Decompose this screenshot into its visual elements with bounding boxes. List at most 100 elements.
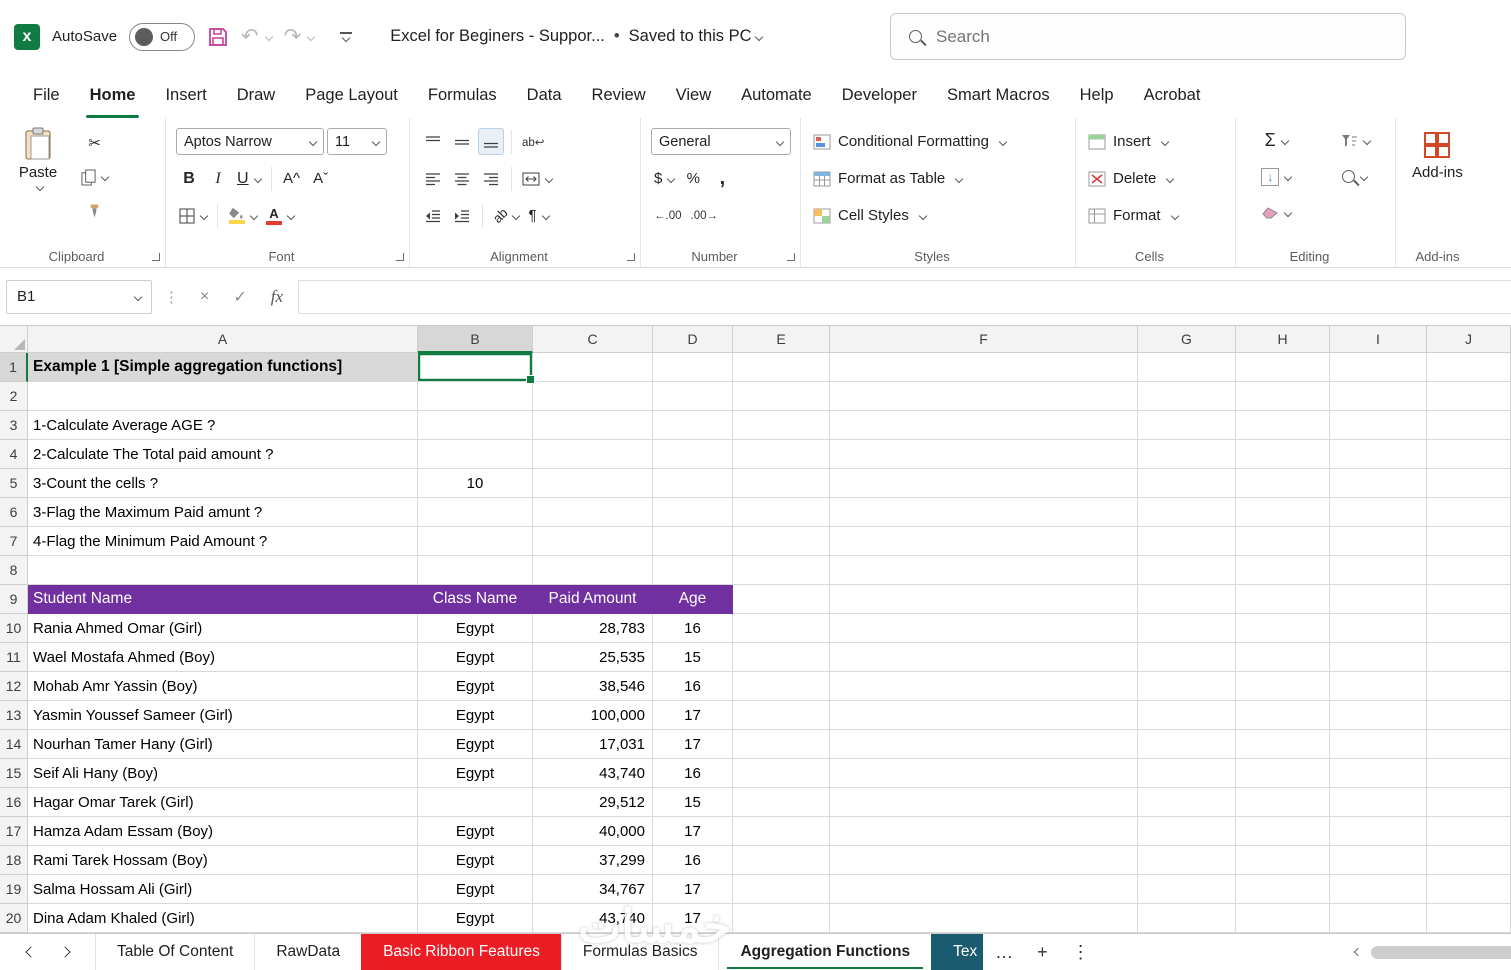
cell-f16[interactable] [830,788,1138,817]
ribbon-tab-file[interactable]: File [18,73,75,118]
cell-g5[interactable] [1138,469,1236,498]
cell-b16[interactable] [418,788,533,817]
cell-j9[interactable] [1427,585,1511,614]
cell-d14[interactable]: 17 [653,730,733,759]
cell-d1[interactable] [653,353,733,382]
cell-c9[interactable]: Paid Amount [533,585,653,614]
cell-j3[interactable] [1427,411,1511,440]
cell-f20[interactable] [830,904,1138,933]
ribbon-tab-review[interactable]: Review [577,73,661,118]
cell-e6[interactable] [733,498,830,527]
cell-a18[interactable]: Rami Tarek Hossam (Boy) [28,846,418,875]
cell-h6[interactable] [1236,498,1330,527]
cell-d18[interactable]: 16 [653,846,733,875]
ribbon-tab-view[interactable]: View [661,73,726,118]
cell-i19[interactable] [1330,875,1427,904]
column-header-e[interactable]: E [733,326,830,353]
row-header-4[interactable]: 4 [0,440,28,469]
align-right-button[interactable] [478,165,504,192]
row-header-5[interactable]: 5 [0,469,28,498]
cell-e7[interactable] [733,527,830,556]
cell-j10[interactable] [1427,614,1511,643]
column-header-g[interactable]: G [1138,326,1236,353]
cell-j18[interactable] [1427,846,1511,875]
cell-g8[interactable] [1138,556,1236,585]
cell-d20[interactable]: 17 [653,904,733,933]
cell-e1[interactable] [733,353,830,382]
sheet-tab-basic-ribbon-features[interactable]: Basic Ribbon Features [361,934,562,970]
cell-i12[interactable] [1330,672,1427,701]
cell-g3[interactable] [1138,411,1236,440]
cell-e4[interactable] [733,440,830,469]
cell-e2[interactable] [733,382,830,411]
cell-g17[interactable] [1138,817,1236,846]
cell-c10[interactable]: 28,783 [533,614,653,643]
cell-c16[interactable]: 29,512 [533,788,653,817]
font-name-select[interactable]: Aptos Narrow [176,128,324,155]
cell-e13[interactable] [733,701,830,730]
cell-f8[interactable] [830,556,1138,585]
cell-f11[interactable] [830,643,1138,672]
column-header-f[interactable]: F [830,326,1138,353]
cell-e12[interactable] [733,672,830,701]
cell-g11[interactable] [1138,643,1236,672]
horizontal-scrollbar-thumb[interactable] [1371,946,1511,959]
cell-j5[interactable] [1427,469,1511,498]
borders-button[interactable] [176,202,210,229]
cell-h16[interactable] [1236,788,1330,817]
row-header-10[interactable]: 10 [0,614,28,643]
cell-b2[interactable] [418,382,533,411]
previous-sheet-icon[interactable] [25,946,36,957]
add-ins-button[interactable]: Add-ins [1402,123,1473,181]
cell-d16[interactable]: 15 [653,788,733,817]
cell-a12[interactable]: Mohab Amr Yassin (Boy) [28,672,418,701]
cell-a10[interactable]: Rania Ahmed Omar (Girl) [28,614,418,643]
cell-i1[interactable] [1330,353,1427,382]
cell-i14[interactable] [1330,730,1427,759]
cell-d5[interactable] [653,469,733,498]
column-header-c[interactable]: C [533,326,653,353]
undo-button[interactable]: ↶ [241,24,272,49]
cell-b11[interactable]: Egypt [418,643,533,672]
merge-center-button[interactable] [519,165,555,192]
cell-d17[interactable]: 17 [653,817,733,846]
cell-d3[interactable] [653,411,733,440]
row-header-11[interactable]: 11 [0,643,28,672]
cell-g12[interactable] [1138,672,1236,701]
find-select-button[interactable] [1323,163,1388,190]
ribbon-tab-insert[interactable]: Insert [150,73,221,118]
cell-c14[interactable]: 17,031 [533,730,653,759]
accounting-format-button[interactable]: $ [651,165,677,192]
align-middle-button[interactable] [449,128,475,155]
font-size-select[interactable]: 11 [327,128,387,155]
sheet-tab-rawdata[interactable]: RawData [254,934,362,970]
column-header-a[interactable]: A [28,326,418,353]
cell-h7[interactable] [1236,527,1330,556]
increase-decimal-button[interactable]: ←.00 [651,202,685,229]
cell-f10[interactable] [830,614,1138,643]
alignment-dialog-launcher[interactable] [627,253,635,261]
cell-e16[interactable] [733,788,830,817]
cell-a11[interactable]: Wael Mostafa Ahmed (Boy) [28,643,418,672]
cell-c3[interactable] [533,411,653,440]
clipboard-dialog-launcher[interactable] [152,253,160,261]
cell-e18[interactable] [733,846,830,875]
cell-f13[interactable] [830,701,1138,730]
row-header-18[interactable]: 18 [0,846,28,875]
cell-h10[interactable] [1236,614,1330,643]
format-as-table-button[interactable]: Format as Table [807,160,968,197]
cell-j7[interactable] [1427,527,1511,556]
increase-font-size-button[interactable]: A^ [279,165,305,192]
confirm-entry-button[interactable]: ✓ [224,287,255,307]
document-title[interactable]: Excel for Beginers - Suppor... • Saved t… [390,27,761,46]
cell-b8[interactable] [418,556,533,585]
cell-i11[interactable] [1330,643,1427,672]
cell-h9[interactable] [1236,585,1330,614]
ribbon-tab-draw[interactable]: Draw [222,73,291,118]
cell-j1[interactable] [1427,353,1511,382]
ribbon-tab-formulas[interactable]: Formulas [413,73,512,118]
cell-h19[interactable] [1236,875,1330,904]
column-header-j[interactable]: J [1427,326,1511,353]
row-header-1[interactable]: 1 [0,353,28,382]
cell-a5[interactable]: 3-Count the cells ? [28,469,418,498]
